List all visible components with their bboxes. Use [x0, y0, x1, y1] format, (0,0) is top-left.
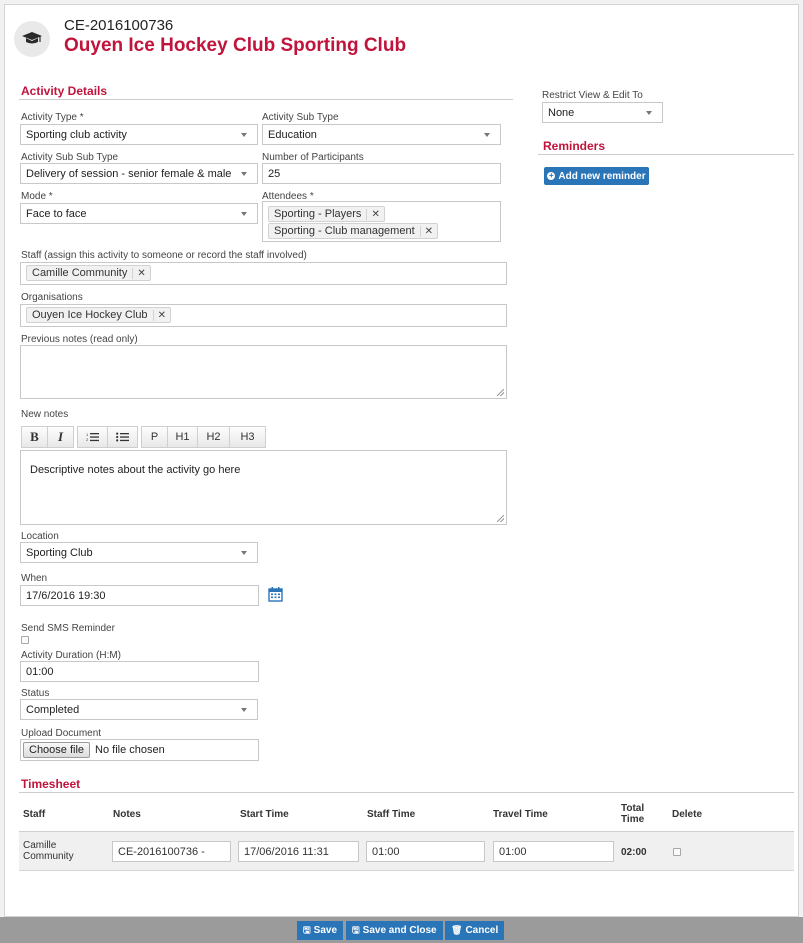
add-reminder-button[interactable]: + Add new reminder	[544, 167, 649, 185]
row-delete-checkbox[interactable]	[673, 848, 681, 856]
sms-reminder-label: Send SMS Reminder	[21, 623, 115, 634]
location-label: Location	[21, 531, 59, 542]
new-notes-editor[interactable]: Descriptive notes about the activity go …	[20, 450, 507, 525]
floppy-disk-icon: 🖫	[352, 924, 360, 935]
cancel-button[interactable]: 🗑 Cancel	[445, 921, 505, 940]
section-divider	[19, 99, 513, 100]
col-staff-time: Staff Time	[367, 809, 416, 820]
save-button[interactable]: 🖫 Save	[297, 921, 344, 940]
italic-button[interactable]: I	[47, 426, 74, 448]
save-and-close-label: Save and Close	[362, 925, 437, 936]
col-travel-time: Travel Time	[493, 809, 548, 820]
page-title: Ouyen Ice Hockey Club Sporting Club	[64, 35, 407, 56]
svg-text:2: 2	[86, 437, 89, 442]
organisation-tag: Ouyen Ice Hockey Club ✕	[26, 307, 171, 323]
new-notes-label: New notes	[21, 409, 69, 420]
floppy-disk-icon: 🖫	[303, 924, 311, 935]
participants-label: Number of Participants	[262, 152, 364, 163]
row-start-time-input[interactable]: 17/06/2016 11:31	[238, 841, 359, 862]
previous-notes-label: Previous notes (read only)	[21, 334, 138, 345]
col-notes: Notes	[113, 809, 141, 820]
case-id: CE-2016100736	[64, 17, 174, 34]
col-staff: Staff	[23, 809, 46, 820]
organisations-input[interactable]: Ouyen Ice Hockey Club ✕	[20, 304, 507, 327]
h1-button[interactable]: H1	[167, 426, 198, 448]
previous-notes-textarea	[20, 345, 507, 399]
calendar-icon[interactable]	[268, 586, 283, 605]
col-total-time: Total Time	[621, 803, 645, 825]
add-reminder-label: Add new reminder	[558, 170, 646, 182]
sms-reminder-checkbox[interactable]	[21, 636, 29, 644]
resize-grip	[497, 515, 504, 522]
resize-grip	[497, 389, 504, 396]
remove-tag-icon[interactable]: ✕	[152, 309, 170, 321]
h2-button[interactable]: H2	[197, 426, 230, 448]
bold-button[interactable]: B	[21, 426, 48, 448]
trash-icon: 🗑	[451, 925, 463, 935]
remove-tag-icon[interactable]: ✕	[132, 267, 149, 279]
cancel-label: Cancel	[465, 925, 499, 936]
staff-input[interactable]: Camille Community ✕	[20, 262, 507, 285]
activity-sub-sub-type-label: Activity Sub Sub Type	[21, 152, 119, 163]
section-title-activity-details: Activity Details	[21, 84, 108, 98]
duration-label: Activity Duration (H:M)	[21, 650, 122, 661]
file-status: No file chosen	[95, 744, 165, 756]
mode-label: Mode *	[21, 191, 53, 202]
remove-tag-icon[interactable]: ✕	[366, 208, 383, 220]
row-staff: Camille Community	[23, 840, 74, 862]
choose-file-button[interactable]: Choose file	[23, 742, 91, 758]
location-select[interactable]: Sporting Club	[20, 542, 258, 563]
staff-tag: Camille Community ✕	[26, 265, 151, 281]
staff-label: Staff (assign this activity to someone o…	[21, 250, 307, 261]
section-divider	[19, 792, 794, 793]
activity-sub-type-label: Activity Sub Type	[262, 112, 339, 123]
duration-input[interactable]: 01:00	[20, 661, 259, 682]
graduation-cap-icon	[14, 21, 50, 57]
bullet-list-icon	[116, 432, 129, 442]
status-select[interactable]: Completed	[20, 699, 258, 720]
row-travel-time-input[interactable]: 01:00	[493, 841, 614, 862]
plus-circle-icon: +	[547, 171, 556, 180]
ordered-list-icon: 12	[86, 432, 99, 442]
col-delete: Delete	[672, 809, 703, 820]
row-notes-input[interactable]: CE-2016100736 -	[112, 841, 231, 862]
section-divider	[538, 154, 794, 155]
ordered-list-button[interactable]: 12	[77, 426, 108, 448]
upload-field: Choose file No file chosen	[20, 739, 259, 761]
status-label: Status	[21, 688, 50, 699]
organisations-label: Organisations	[21, 292, 83, 303]
footer-bar: 🖫 Save 🖫 Save and Close 🗑 Cancel	[0, 917, 803, 943]
mode-select[interactable]: Face to face	[20, 203, 258, 224]
when-label: When	[21, 573, 48, 584]
restrict-select[interactable]: None	[542, 102, 663, 123]
attendee-tag: Sporting - Players ✕	[268, 206, 385, 222]
section-title-reminders: Reminders	[543, 139, 606, 153]
row-total-time: 02:00	[621, 847, 647, 858]
restrict-label: Restrict View & Edit To	[542, 90, 643, 101]
remove-tag-icon[interactable]: ✕	[419, 225, 437, 237]
activity-type-label: Activity Type *	[21, 112, 84, 123]
row-staff-time-input[interactable]: 01:00	[366, 841, 485, 862]
activity-type-select[interactable]: Sporting club activity	[20, 124, 258, 145]
new-notes-text: Descriptive notes about the activity go …	[30, 464, 241, 476]
bullet-list-button[interactable]	[107, 426, 138, 448]
activity-sub-type-select[interactable]: Education	[262, 124, 501, 145]
attendee-tag: Sporting - Club management ✕	[268, 223, 439, 239]
col-start-time: Start Time	[240, 809, 289, 820]
when-input[interactable]: 17/6/2016 19:30	[20, 585, 259, 606]
upload-label: Upload Document	[21, 728, 102, 739]
h3-button[interactable]: H3	[229, 426, 266, 448]
section-title-timesheet: Timesheet	[21, 777, 81, 791]
paragraph-button[interactable]: P	[141, 426, 168, 448]
save-and-close-button[interactable]: 🖫 Save and Close	[346, 921, 443, 940]
participants-input[interactable]: 25	[262, 163, 501, 184]
attendees-input[interactable]: Sporting - Players ✕ Sporting - Club mana…	[262, 201, 501, 242]
activity-sub-sub-type-select[interactable]: Delivery of session - senior female & ma…	[20, 163, 258, 184]
save-label: Save	[313, 925, 338, 936]
